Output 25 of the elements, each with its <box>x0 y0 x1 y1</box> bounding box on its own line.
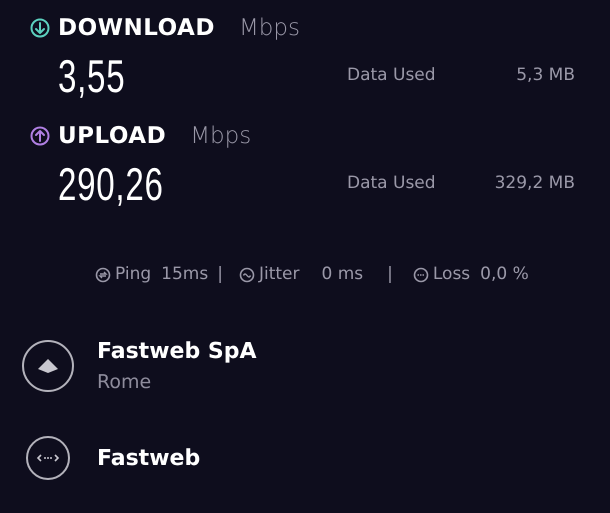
data-used-label: Data Used <box>347 172 436 196</box>
speed-unit: Mbps <box>190 122 252 151</box>
server-name: Fastweb SpA <box>97 338 256 366</box>
loss-value: 0,0 % <box>480 263 529 286</box>
separator: | <box>217 263 223 286</box>
separator: | <box>387 263 393 286</box>
data-used-label: Data Used <box>347 64 436 88</box>
ping-label: Ping <box>115 263 152 286</box>
data-used-value: 5,3 MB <box>516 64 575 88</box>
loss-icon <box>412 267 429 283</box>
speed-value: 3,55 <box>58 53 126 99</box>
server-location: Rome <box>97 370 152 396</box>
download-label: DOWNLOAD <box>58 14 215 43</box>
server-icon <box>21 339 75 393</box>
jitter-value: 0 ms <box>322 263 364 286</box>
jitter-icon <box>238 267 255 283</box>
data-used-value: 329,2 MB <box>494 172 575 196</box>
ping-icon <box>95 267 111 283</box>
jitter-label: Jitter <box>258 263 300 286</box>
provider-name: Fastweb <box>97 444 200 472</box>
loss-label: Loss <box>432 263 470 286</box>
upload-label: UPLOAD <box>58 122 166 151</box>
speed-value: 290,26 <box>58 161 164 207</box>
ping-value: 15ms <box>161 263 208 286</box>
speed-unit: Mbps <box>238 14 300 43</box>
